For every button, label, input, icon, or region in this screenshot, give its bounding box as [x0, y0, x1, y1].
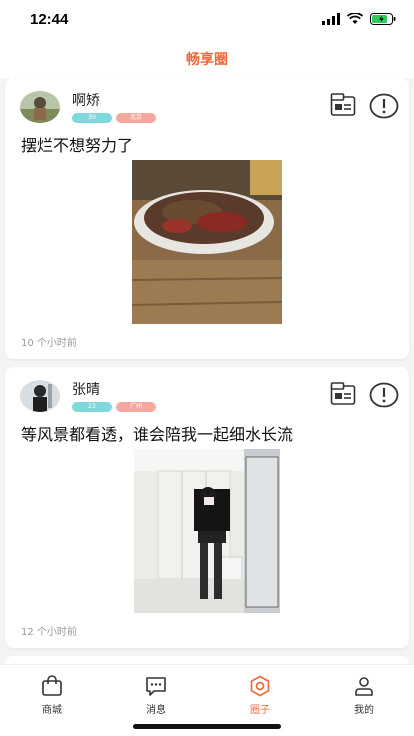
avatar[interactable]: [20, 380, 60, 412]
tab-circle[interactable]: 圈子: [230, 675, 290, 716]
post-timestamp: 12 个小时前: [21, 627, 77, 638]
age-tag: 23: [72, 402, 112, 412]
post-card[interactable]: 张晴 23 广州 等风景都看透，谁会陪我一起细水长流 12 个小时前: [5, 367, 409, 648]
user-icon: [355, 677, 373, 696]
post-content: 摆烂不想努力了: [21, 136, 134, 155]
age-tag: 30: [72, 113, 112, 123]
status-bar: 12:44: [0, 0, 414, 40]
username[interactable]: 啊矫: [72, 90, 100, 110]
city-tag: 北京: [116, 113, 156, 123]
battery-icon: [370, 13, 396, 25]
post-content: 等风景都看透，谁会陪我一起细水长流: [21, 425, 294, 444]
shopping-bag-icon: [42, 675, 62, 696]
nav-bar: 畅享圈: [0, 40, 414, 78]
username[interactable]: 张晴: [72, 379, 100, 399]
report-icon[interactable]: [369, 382, 399, 408]
tab-shop[interactable]: 商城: [22, 675, 82, 716]
id-card-icon[interactable]: [330, 382, 356, 406]
page-title: 畅享圈: [186, 52, 228, 68]
tab-label: 圈子: [250, 705, 270, 716]
home-indicator: [133, 724, 281, 729]
status-time: 12:44: [30, 11, 69, 28]
city-tag: 广州: [116, 402, 156, 412]
message-icon: [146, 677, 166, 696]
post-image[interactable]: [132, 160, 282, 324]
status-icons: [322, 13, 396, 25]
id-card-icon[interactable]: [330, 93, 356, 117]
avatar[interactable]: [20, 91, 60, 123]
report-icon[interactable]: [369, 93, 399, 119]
post-image[interactable]: [134, 449, 280, 613]
tab-messages[interactable]: 消息: [126, 675, 186, 716]
hexagon-circle-icon: [250, 675, 270, 697]
signal-icon: [322, 13, 340, 25]
tab-label: 消息: [146, 705, 166, 716]
tab-profile[interactable]: 我的: [334, 675, 394, 716]
post-timestamp: 10 个小时前: [21, 338, 77, 349]
tab-label: 我的: [354, 705, 374, 716]
post-card[interactable]: 啊矫 30 北京 摆烂不想努力了 10 个小时前: [5, 78, 409, 359]
wifi-icon: [347, 13, 363, 24]
tab-label: 商城: [42, 705, 62, 716]
